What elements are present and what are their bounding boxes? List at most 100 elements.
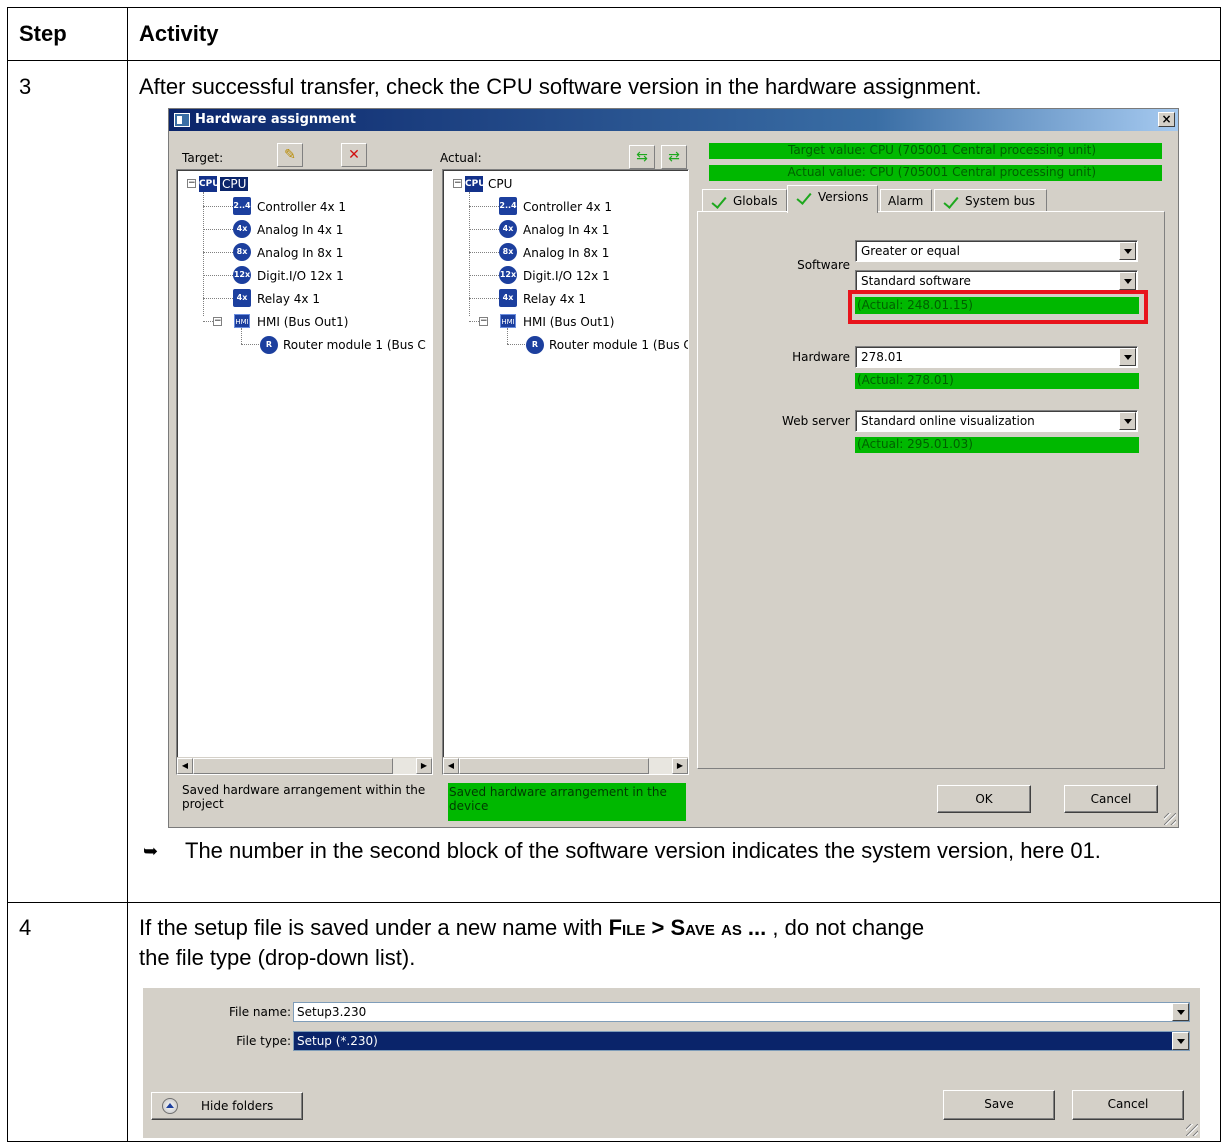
cpu-icon: CPU: [465, 176, 486, 192]
tree-item-module[interactable]: Controller 4x 1: [257, 199, 346, 215]
column-divider: [127, 7, 128, 1142]
tree-line: [469, 252, 499, 253]
hardware-assignment-dialog: Hardware assignment × Target: ✎ ✕ − CPU …: [168, 108, 1179, 828]
tree-item-module[interactable]: Analog In 4x 1: [257, 222, 343, 238]
add-module-button[interactable]: ✎: [277, 143, 303, 167]
file-name-label: File name:: [229, 1005, 291, 1019]
tree-item-module[interactable]: Analog In 8x 1: [257, 245, 343, 261]
sync-button[interactable]: ⇄: [661, 145, 687, 169]
analog-in-module-icon: 8x: [233, 243, 251, 261]
collapse-icon[interactable]: −: [187, 179, 196, 188]
tree-line: [241, 344, 259, 345]
scroll-thumb[interactable]: [459, 758, 649, 774]
digital-io-module-icon: 12x: [233, 266, 251, 284]
relay-module-icon: 4x: [233, 289, 251, 307]
collapse-icon[interactable]: −: [213, 317, 222, 326]
file-name-input[interactable]: Setup3.230: [293, 1002, 1190, 1022]
webserver-label: Web server: [782, 414, 850, 428]
tree-item-cpu[interactable]: CPU: [220, 176, 249, 192]
scroll-thumb[interactable]: [193, 758, 393, 774]
tab-system-bus[interactable]: System bus: [934, 189, 1047, 213]
ok-button[interactable]: OK: [937, 785, 1031, 813]
cancel-button[interactable]: Cancel: [1064, 785, 1158, 813]
scroll-right-button[interactable]: ▶: [672, 758, 688, 774]
webserver-actual: (Actual: 295.01.03): [855, 437, 1139, 453]
hardware-actual: (Actual: 278.01): [855, 373, 1139, 389]
tree-item-module[interactable]: Controller 4x 1: [523, 199, 612, 215]
hmi-icon: HMI: [500, 314, 516, 328]
tree-line: [469, 206, 499, 207]
close-button[interactable]: ×: [1158, 112, 1175, 127]
delete-icon: ✕: [348, 147, 360, 163]
analog-in-module-icon: 4x: [499, 220, 517, 238]
save-button[interactable]: Save: [943, 1090, 1055, 1120]
result-arrow-icon: ➥: [143, 841, 159, 861]
tab-alarm[interactable]: Alarm: [880, 189, 932, 213]
scroll-left-button[interactable]: ◀: [177, 758, 193, 774]
horizontal-scrollbar[interactable]: ◀ ▶: [443, 757, 688, 774]
highlight-box: [848, 290, 1148, 324]
header-step: Step: [19, 21, 67, 46]
delete-module-button[interactable]: ✕: [341, 143, 367, 167]
webserver-select[interactable]: Standard online visualization: [855, 410, 1138, 432]
chevron-down-icon[interactable]: [1172, 1003, 1189, 1021]
collapse-icon[interactable]: −: [453, 179, 462, 188]
resize-grip-icon[interactable]: [1186, 1124, 1198, 1136]
sync-icon: ⇄: [668, 149, 680, 165]
tree-item-module[interactable]: Analog In 8x 1: [523, 245, 609, 261]
tree-line: [203, 298, 233, 299]
tree-line: [203, 252, 233, 253]
relay-module-icon: 4x: [499, 289, 517, 307]
router-module-icon: R: [260, 336, 278, 354]
collapse-icon[interactable]: −: [479, 317, 488, 326]
tree-item-cpu[interactable]: CPU: [488, 176, 512, 192]
tree-line: [469, 298, 499, 299]
chevron-down-icon[interactable]: [1119, 242, 1136, 260]
chevron-down-icon[interactable]: [1172, 1032, 1189, 1050]
versions-tab-panel: Greater or equal Software Standard softw…: [697, 211, 1165, 769]
add-module-icon: ✎: [284, 147, 296, 163]
scroll-left-button[interactable]: ◀: [443, 758, 459, 774]
tab-versions[interactable]: Versions: [787, 185, 878, 213]
chevron-down-icon[interactable]: [1119, 272, 1136, 290]
row-divider: [7, 60, 1221, 61]
tree-line: [203, 229, 233, 230]
tree-item-module[interactable]: HMI (Bus Out1): [523, 314, 614, 330]
analog-in-module-icon: 8x: [499, 243, 517, 261]
chevron-down-icon[interactable]: [1119, 348, 1136, 366]
horizontal-scrollbar[interactable]: ◀ ▶: [177, 757, 432, 774]
tree-item-module[interactable]: Router module 1 (Bus C: [549, 337, 688, 353]
software-version-select[interactable]: Standard software: [855, 270, 1138, 292]
copy-to-target-button[interactable]: ⇆: [629, 145, 655, 169]
tree-item-module[interactable]: Analog In 4x 1: [523, 222, 609, 238]
resize-grip-icon[interactable]: [1164, 813, 1176, 825]
tree-line: [241, 328, 242, 344]
dialog-title: Hardware assignment: [195, 112, 357, 127]
header-activity: Activity: [139, 21, 219, 46]
check-icon: [796, 190, 814, 204]
hide-folders-button[interactable]: Hide folders: [151, 1092, 303, 1120]
tree-line: [469, 275, 499, 276]
tree-line: [203, 206, 233, 207]
menu-path: File > Save as ...: [608, 915, 767, 940]
tree-item-module[interactable]: Digit.I/O 12x 1: [257, 268, 344, 284]
tree-item-module[interactable]: Relay 4x 1: [523, 291, 586, 307]
tree-item-module[interactable]: Relay 4x 1: [257, 291, 320, 307]
software-label: Software: [797, 258, 850, 272]
tree-item-module[interactable]: Digit.I/O 12x 1: [523, 268, 610, 284]
tree-item-module[interactable]: HMI (Bus Out1): [257, 314, 348, 330]
scroll-right-button[interactable]: ▶: [416, 758, 432, 774]
collapse-up-icon: [162, 1098, 178, 1114]
chevron-down-icon[interactable]: [1119, 412, 1136, 430]
target-tree[interactable]: − CPU CPU 2..4 Controller 4x 1 4x Analog…: [176, 169, 433, 775]
row-divider: [7, 902, 1221, 903]
check-icon: [943, 194, 961, 208]
cancel-button[interactable]: Cancel: [1072, 1090, 1184, 1120]
file-type-select[interactable]: Setup (*.230): [293, 1031, 1190, 1051]
tab-globals[interactable]: Globals: [702, 189, 787, 213]
hardware-version-select[interactable]: 278.01: [855, 346, 1138, 368]
tree-item-module[interactable]: Router module 1 (Bus C: [283, 337, 426, 353]
software-compare-select[interactable]: Greater or equal: [855, 240, 1138, 262]
actual-tree[interactable]: − CPU CPU 2..4 Controller 4x 1 4x Analog…: [442, 169, 689, 775]
window-icon: [174, 113, 190, 127]
